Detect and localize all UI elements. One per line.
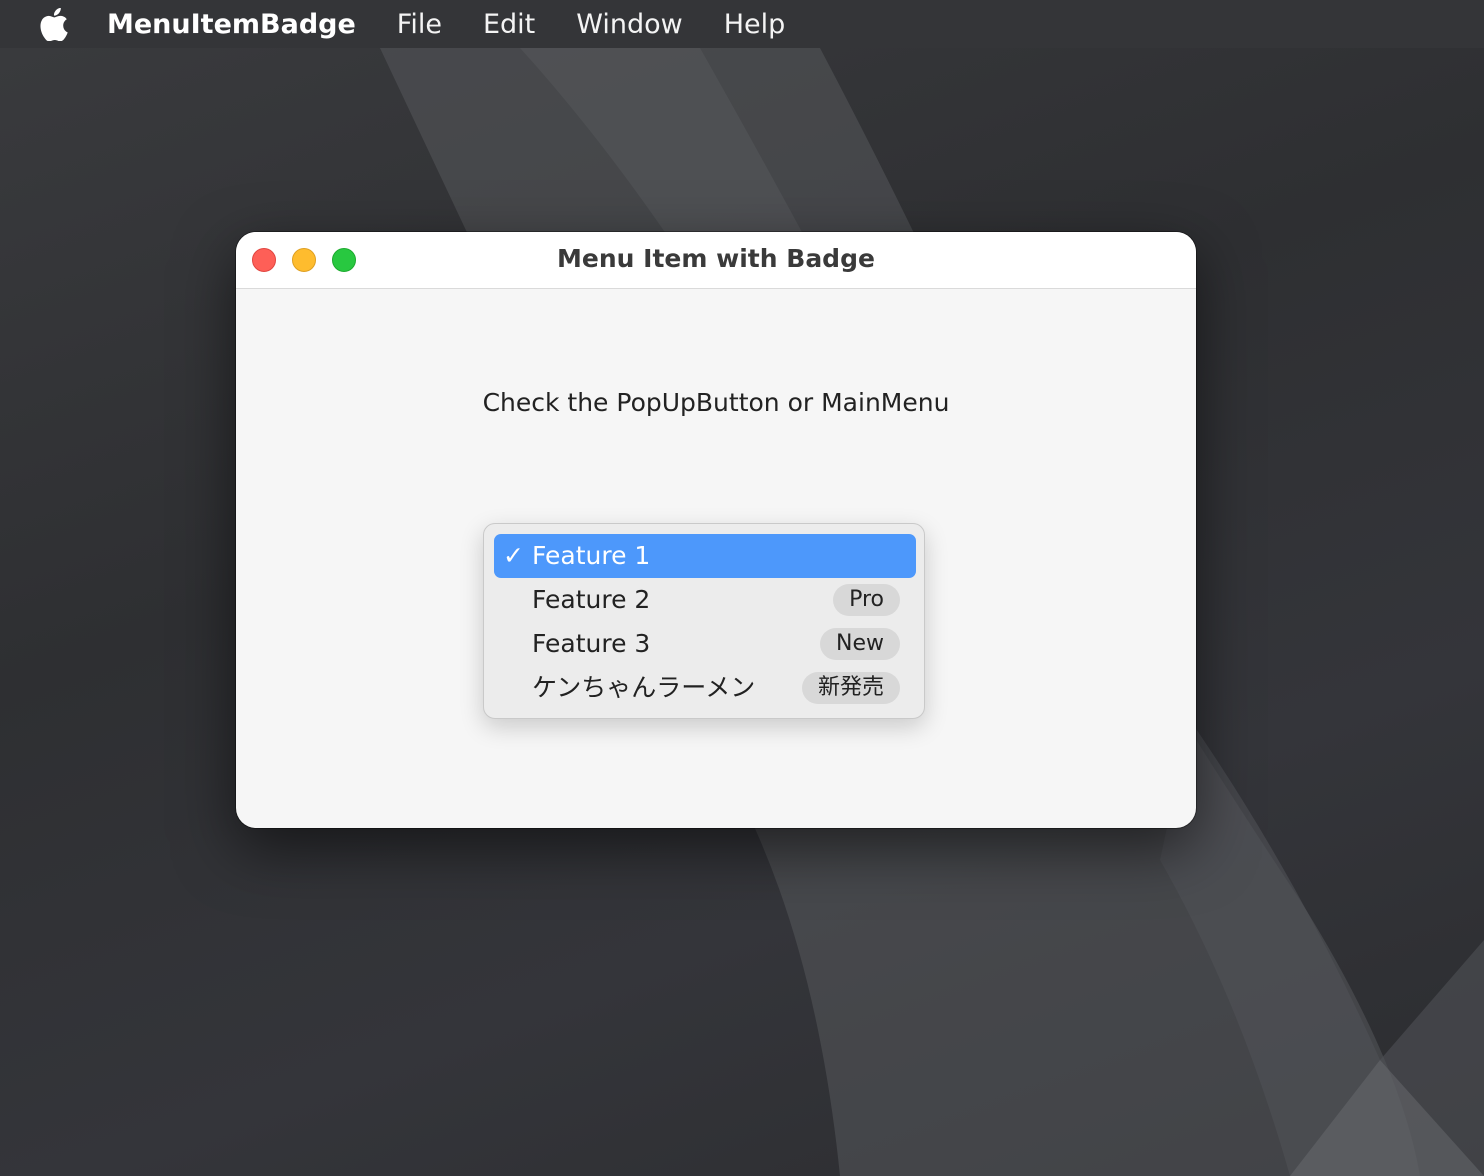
menu-app-name[interactable]: MenuItemBadge xyxy=(107,9,356,40)
instruction-label: Check the PopUpButton or MainMenu xyxy=(482,388,950,417)
popup-item-feature-1[interactable]: ✓ Feature 1 xyxy=(494,534,916,578)
menu-file[interactable]: File xyxy=(397,9,442,40)
badge-new: New xyxy=(820,628,900,660)
menu-window[interactable]: Window xyxy=(576,9,682,40)
title-bar[interactable]: Menu Item with Badge xyxy=(236,232,1196,289)
badge-new-release: 新発売 xyxy=(801,672,900,704)
popup-item-ken-chan-ramen[interactable]: ケンちゃんラーメン 新発売 xyxy=(494,666,916,710)
popup-item-label: Feature 1 xyxy=(532,541,651,570)
menu-bar: MenuItemBadge File Edit Window Help xyxy=(0,0,1484,48)
menu-help[interactable]: Help xyxy=(724,9,786,40)
popup-item-label: Feature 3 xyxy=(532,629,651,658)
popup-item-feature-3[interactable]: Feature 3 New xyxy=(494,622,916,666)
popup-item-feature-2[interactable]: Feature 2 Pro xyxy=(494,578,916,622)
popup-item-label: ケンちゃんラーメン xyxy=(532,673,756,702)
app-window: Menu Item with Badge Check the PopUpButt… xyxy=(236,232,1196,828)
badge-pro: Pro xyxy=(833,584,900,616)
popup-item-label: Feature 2 xyxy=(532,585,651,614)
window-title: Menu Item with Badge xyxy=(557,244,875,273)
apple-logo-icon[interactable] xyxy=(39,7,69,41)
popup-menu: ✓ Feature 1 Feature 2 Pro Feature 3 New … xyxy=(483,523,925,719)
checkmark-icon: ✓ xyxy=(503,541,524,570)
menu-edit[interactable]: Edit xyxy=(483,9,535,40)
